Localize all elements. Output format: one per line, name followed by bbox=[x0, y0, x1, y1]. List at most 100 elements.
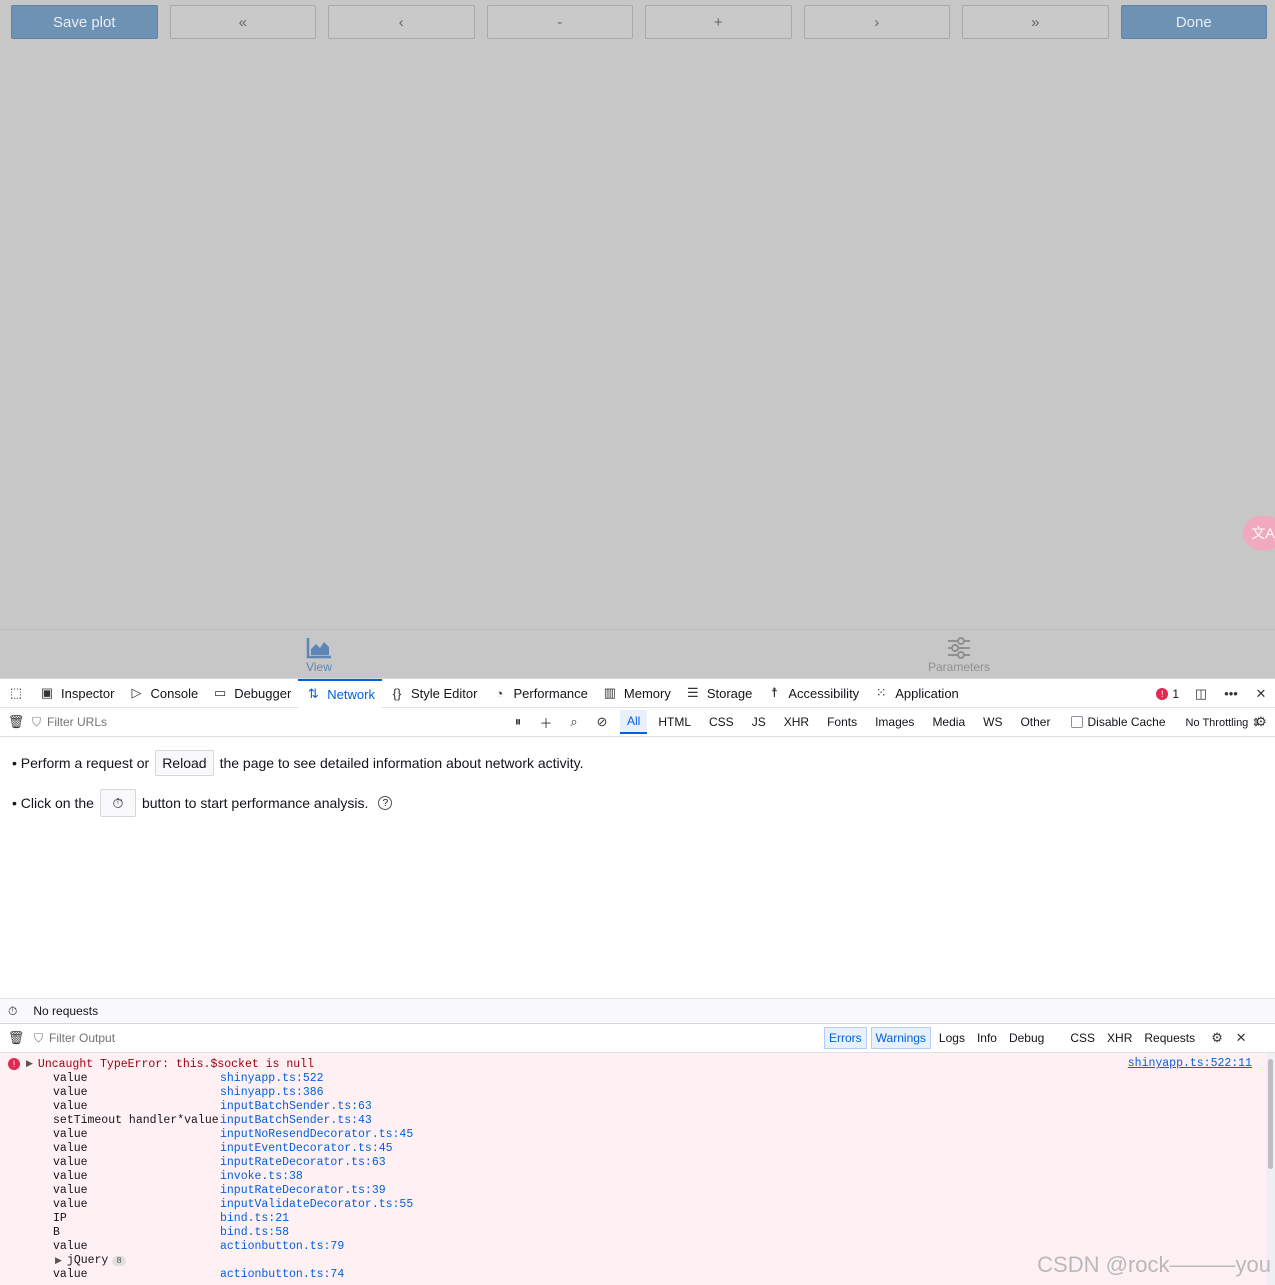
stack-frame-link[interactable]: actionbutton.ts:74 bbox=[220, 1268, 344, 1281]
stack-frame: Bbind.ts:58 bbox=[0, 1225, 1266, 1239]
error-count-badge[interactable]: !1 bbox=[1156, 687, 1179, 701]
console-scrollbar[interactable] bbox=[1266, 1053, 1275, 1285]
stack-frame-link[interactable]: shinyapp.ts:522 bbox=[220, 1072, 324, 1085]
bottom-nav: View Parameters bbox=[0, 629, 1275, 678]
stack-frame-link[interactable]: invoke.ts:38 bbox=[220, 1170, 303, 1183]
next-button[interactable]: › bbox=[804, 5, 951, 39]
element-picker-icon[interactable]: ⬚ bbox=[0, 679, 32, 708]
filter-js[interactable]: JS bbox=[745, 711, 773, 733]
filter-requests[interactable]: Requests bbox=[1140, 1028, 1199, 1048]
stack-frame-link[interactable]: inputNoResendDecorator.ts:45 bbox=[220, 1128, 413, 1141]
stopwatch-button[interactable]: ⏱ bbox=[100, 789, 136, 817]
disable-cache-checkbox[interactable]: Disable Cache bbox=[1071, 715, 1165, 729]
search-icon[interactable]: ⌕ bbox=[566, 714, 582, 730]
dock-icon[interactable]: ◫ bbox=[1193, 686, 1209, 702]
done-button[interactable]: Done bbox=[1121, 5, 1268, 39]
area-chart-icon bbox=[306, 636, 332, 660]
block-icon[interactable]: ⊘ bbox=[594, 714, 610, 730]
stack-frame: valueinputBatchSender.ts:63 bbox=[0, 1099, 1266, 1113]
stack-frame-link[interactable]: shinyapp.ts:386 bbox=[220, 1086, 324, 1099]
plus-icon[interactable]: ＋ bbox=[538, 714, 554, 730]
stopwatch-icon[interactable]: ⏱ bbox=[8, 1004, 17, 1019]
stack-frame-link[interactable]: inputRateDecorator.ts:39 bbox=[220, 1184, 386, 1197]
more-icon[interactable]: ••• bbox=[1223, 686, 1239, 702]
filter-icon: ⛉ bbox=[34, 1031, 43, 1046]
filter-images[interactable]: Images bbox=[868, 711, 921, 733]
pause-icon[interactable]: ⏸ bbox=[510, 714, 526, 730]
stack-frame: valueshinyapp.ts:386 bbox=[0, 1085, 1266, 1099]
filter-xhr[interactable]: XHR bbox=[1103, 1028, 1136, 1048]
level-errors[interactable]: Errors bbox=[824, 1027, 867, 1049]
console-filter-input[interactable]: ⛉Filter Output bbox=[34, 1031, 824, 1046]
reload-button[interactable]: Reload bbox=[155, 750, 213, 776]
filter-xhr[interactable]: XHR bbox=[777, 711, 816, 733]
stack-frame: valueinputNoResendDecorator.ts:45 bbox=[0, 1127, 1266, 1141]
settings-gear-icon[interactable]: ⚙ bbox=[1253, 714, 1269, 730]
tab-console[interactable]: ▷Console bbox=[121, 679, 205, 708]
plot-area bbox=[0, 46, 1275, 629]
stack-frame-link[interactable]: bind.ts:58 bbox=[220, 1226, 289, 1239]
error-icon: ! bbox=[8, 1058, 20, 1070]
stack-frame: valueshinyapp.ts:522 bbox=[0, 1071, 1266, 1085]
level-logs[interactable]: Logs bbox=[935, 1028, 969, 1048]
error-text: Uncaught TypeError: this.$socket is null bbox=[38, 1058, 314, 1071]
filter-css[interactable]: CSS bbox=[1066, 1028, 1099, 1048]
stack-frame-link[interactable]: inputRateDecorator.ts:63 bbox=[220, 1156, 386, 1169]
devtools-tabbar: ⬚ ▣Inspector ▷Console ▭Debugger ⇅Network… bbox=[0, 679, 1275, 708]
stack-frame-link[interactable]: bind.ts:21 bbox=[220, 1212, 289, 1225]
filter-other[interactable]: Other bbox=[1013, 711, 1057, 733]
filter-html[interactable]: HTML bbox=[651, 711, 698, 733]
tab-accessibility[interactable]: ☨Accessibility bbox=[759, 679, 866, 708]
watermark: CSDN @rock———you bbox=[1037, 1252, 1271, 1278]
level-info[interactable]: Info bbox=[973, 1028, 1001, 1048]
throttling-select[interactable]: No Throttling ⇕ bbox=[1186, 716, 1261, 729]
stack-frame: valueinputRateDecorator.ts:63 bbox=[0, 1155, 1266, 1169]
stack-frame-link[interactable]: actionbutton.ts:79 bbox=[220, 1240, 344, 1253]
expand-triangle-icon[interactable]: ▶ bbox=[26, 1059, 33, 1069]
previous-button[interactable]: ‹ bbox=[328, 5, 475, 39]
tab-performance[interactable]: ◔Performance bbox=[484, 679, 594, 708]
stack-frame: valueinputEventDecorator.ts:45 bbox=[0, 1141, 1266, 1155]
devtools-panel: ⬚ ▣Inspector ▷Console ▭Debugger ⇅Network… bbox=[0, 678, 1275, 1284]
tab-storage[interactable]: ☰Storage bbox=[678, 679, 760, 708]
filter-fonts[interactable]: Fonts bbox=[820, 711, 864, 733]
gauge-icon: ◔ bbox=[491, 685, 507, 701]
close-icon[interactable]: ✕ bbox=[1253, 686, 1269, 702]
zoom-in-button[interactable]: + bbox=[645, 5, 792, 39]
save-plot-button[interactable]: Save plot bbox=[11, 5, 158, 39]
trash-icon[interactable]: 🗑 bbox=[8, 714, 24, 730]
error-source-link[interactable]: shinyapp.ts:522:11 bbox=[1128, 1057, 1252, 1070]
filter-media[interactable]: Media bbox=[925, 711, 972, 733]
stack-frame-link[interactable]: inputValidateDecorator.ts:55 bbox=[220, 1198, 413, 1211]
close-icon[interactable]: ✕ bbox=[1233, 1030, 1249, 1046]
tab-style-editor[interactable]: {}Style Editor bbox=[382, 679, 484, 708]
filter-urls-input[interactable]: ⛉Filter URLs bbox=[24, 708, 504, 737]
stack-frame-link[interactable]: inputBatchSender.ts:43 bbox=[220, 1114, 372, 1127]
accessibility-icon: ☨ bbox=[766, 685, 782, 701]
tab-debugger[interactable]: ▭Debugger bbox=[205, 679, 298, 708]
view-tab[interactable]: View bbox=[300, 630, 338, 679]
tab-inspector[interactable]: ▣Inspector bbox=[32, 679, 121, 708]
stack-frame-link[interactable]: inputBatchSender.ts:63 bbox=[220, 1100, 372, 1113]
level-debug[interactable]: Debug bbox=[1005, 1028, 1048, 1048]
level-warnings[interactable]: Warnings bbox=[871, 1027, 931, 1049]
first-button[interactable]: « bbox=[170, 5, 317, 39]
tab-network[interactable]: ⇅Network bbox=[298, 679, 382, 708]
zoom-out-button[interactable]: - bbox=[487, 5, 634, 39]
filter-css[interactable]: CSS bbox=[702, 711, 741, 733]
scrollbar-thumb[interactable] bbox=[1268, 1059, 1273, 1169]
parameters-tab[interactable]: Parameters bbox=[925, 630, 993, 679]
last-button[interactable]: » bbox=[962, 5, 1109, 39]
tab-memory[interactable]: ▥Memory bbox=[595, 679, 678, 708]
tab-application[interactable]: ⁙Application bbox=[866, 679, 966, 708]
trash-icon[interactable]: 🗑 bbox=[8, 1030, 24, 1046]
stack-frame: valueinputValidateDecorator.ts:55 bbox=[0, 1197, 1266, 1211]
filter-ws[interactable]: WS bbox=[976, 711, 1009, 733]
filter-all[interactable]: All bbox=[620, 710, 647, 734]
stack-frame-link[interactable]: inputEventDecorator.ts:45 bbox=[220, 1142, 393, 1155]
help-icon[interactable]: ? bbox=[378, 796, 392, 810]
translate-icon[interactable]: 文A bbox=[1243, 516, 1275, 550]
settings-gear-icon[interactable]: ⚙ bbox=[1209, 1030, 1225, 1046]
console-icon: ▷ bbox=[128, 685, 144, 701]
type-filters: All HTML CSS JS XHR Fonts Images Media W… bbox=[620, 710, 1057, 734]
